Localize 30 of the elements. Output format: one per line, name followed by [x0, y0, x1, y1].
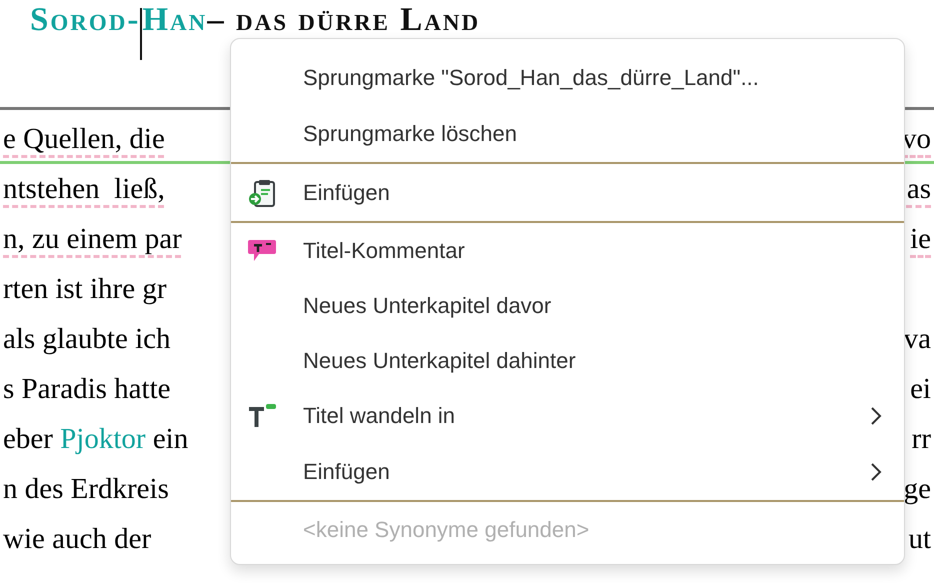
heading-text: – das dürre Land: [207, 2, 480, 38]
menu-item[interactable]: Einfügen: [231, 443, 904, 502]
body-text: va: [904, 322, 931, 356]
body-text: wie auch der: [3, 522, 152, 556]
menu-item[interactable]: Titel-Kommentar: [231, 223, 904, 278]
body-text: ut: [908, 522, 931, 556]
body-text: ntstehen ließ,: [3, 172, 165, 206]
body-text: e Quellen, die: [3, 114, 165, 164]
menu-item[interactable]: Einfügen: [231, 164, 904, 223]
menu-item[interactable]: Sprungmarke löschen: [231, 105, 904, 164]
heading-text: Han: [142, 2, 208, 38]
menu-item[interactable]: Sprungmarke "Sorod_Han_das_dürre_Land"...: [231, 50, 904, 105]
body-text: n, zu einem par: [3, 222, 182, 256]
body-text: s Paradis hatte: [3, 372, 171, 406]
heading-text: Sorod-: [30, 2, 140, 38]
body-text: rr: [912, 422, 931, 456]
body-text: ge: [904, 472, 931, 506]
menu-item[interactable]: Neues Unterkapitel dahinter: [231, 333, 904, 388]
body-text: rten ist ihre gr: [3, 272, 166, 306]
body-text: eber Pjoktor ein: [3, 422, 188, 458]
text-cursor: [140, 8, 142, 60]
body-text: n des Erdkreis: [3, 472, 169, 506]
clipboard-icon: [247, 178, 277, 208]
body-text: ie: [910, 222, 931, 256]
menu-item[interactable]: Neues Unterkapitel davor: [231, 278, 904, 333]
menu-item[interactable]: Titel wandeln in: [231, 388, 904, 443]
body-text: vo: [902, 114, 931, 164]
body-text: als glaubte ich: [3, 322, 171, 356]
body-text: as: [906, 172, 931, 206]
body-text: ei: [910, 372, 931, 406]
